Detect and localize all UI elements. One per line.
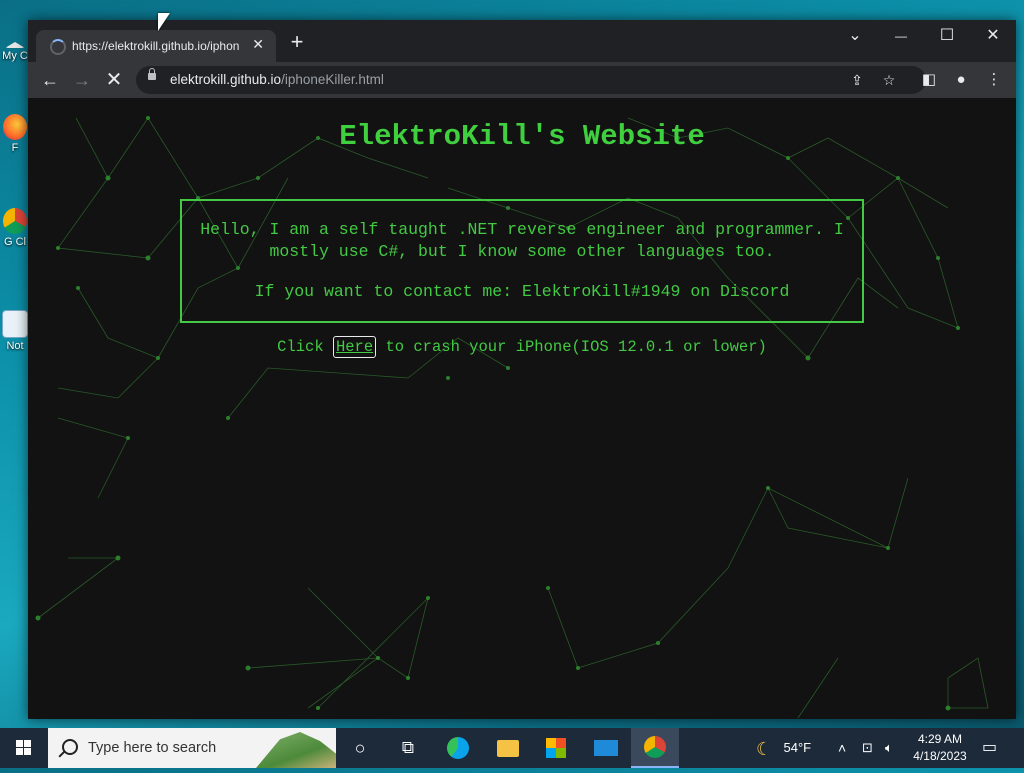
tab-active[interactable]: https://elektrokill.github.io/iphon ✕ (36, 30, 276, 62)
show-hidden-icons-chevron-icon[interactable]: ˄ (838, 728, 854, 768)
moon-icon: ☾ (756, 738, 773, 759)
windows-logo-icon (16, 740, 31, 755)
network-icon[interactable]: ⊡ (862, 728, 880, 768)
weather-temp: 54°F (783, 740, 812, 755)
desktop-icon-label: Not (6, 340, 24, 352)
maximize-button[interactable]: ☐ (924, 20, 970, 52)
browser-window: https://elektrokill.github.io/iphon ✕ + … (28, 20, 1016, 719)
crash-instruction: Click Here to crash your iPhone(IOS 12.0… (28, 336, 1016, 358)
about-box: Hello, I am a self taught .NET reverse e… (180, 199, 864, 323)
system-clock[interactable]: 4:29 AM 4/18/2023 (908, 731, 972, 765)
notepad-icon (2, 310, 28, 338)
profile-avatar-icon[interactable]: ● (949, 68, 973, 92)
tab-search-button[interactable]: ⌄ (832, 20, 878, 52)
menu-kebab-icon[interactable]: ⋮ (982, 68, 1006, 92)
crash-suffix: to crash your iPhone(IOS 12.0.1 or lower… (376, 338, 767, 356)
chrome-icon (644, 736, 666, 758)
desktop-icon-this-pc[interactable]: My C (0, 38, 30, 62)
chrome-taskbar-button[interactable] (631, 728, 679, 768)
desktop-icon-label: My C (2, 50, 28, 62)
intro-text: Hello, I am a self taught .NET reverse e… (200, 220, 844, 261)
edge-icon[interactable] (442, 732, 474, 764)
stop-loading-icon[interactable]: ✕ (102, 68, 126, 92)
mail-icon[interactable] (590, 732, 622, 764)
url-path: /iphoneKiller.html (281, 72, 384, 87)
task-view-icon[interactable]: ⧉ (392, 732, 424, 764)
search-placeholder: Type here to search (88, 740, 217, 756)
firefox-icon (3, 114, 27, 140)
address-bar[interactable]: elektrokill.github.io/iphoneKiller.html … (136, 66, 926, 94)
chrome-icon (3, 208, 27, 234)
tab-title: https://elektrokill.github.io/iphon (72, 39, 240, 53)
taskbar-search-box[interactable]: Type here to search (48, 728, 336, 768)
microsoft-store-icon[interactable] (540, 732, 572, 764)
start-button[interactable] (0, 728, 48, 768)
loading-spinner-icon (50, 39, 66, 55)
search-highlight-art (256, 732, 336, 768)
desktop-icon-firefox[interactable]: F (0, 114, 30, 154)
desktop-icon-label: G Cl (4, 236, 26, 248)
taskbar: Type here to search ○ ⧉ ☾ 54°F ˄ ⊡ 🔈︎ 4:… (0, 728, 1024, 768)
particle-network-background (35, 116, 989, 719)
tab-close-icon[interactable]: ✕ (252, 36, 264, 53)
lock-icon[interactable] (148, 68, 156, 80)
mouse-cursor-icon (158, 13, 170, 31)
browser-toolbar: ← → ✕ elektrokill.github.io/iphoneKiller… (28, 62, 1016, 98)
minimize-button[interactable]: — (878, 20, 924, 52)
clock-date: 4/18/2023 (913, 749, 967, 763)
forward-arrow-icon[interactable]: → (70, 68, 94, 92)
contact-text: If you want to contact me: ElektroKill#1… (254, 282, 790, 301)
site-title: ElektroKill's Website (339, 120, 705, 153)
page-viewport: ElektroKill's Website Hello, I am a self… (28, 98, 1016, 719)
side-panel-icon[interactable]: ◧ (917, 68, 941, 92)
close-window-button[interactable]: ✕ (970, 20, 1016, 52)
tab-strip: https://elektrokill.github.io/iphon ✕ + … (28, 20, 1016, 62)
file-explorer-icon[interactable] (492, 732, 524, 764)
cortana-icon[interactable]: ○ (344, 732, 376, 764)
weather-widget[interactable]: ☾ 54°F (756, 728, 826, 768)
share-icon[interactable]: ⇪ (846, 69, 868, 91)
back-arrow-icon[interactable]: ← (38, 68, 62, 92)
this-pc-icon (5, 42, 25, 48)
search-icon (62, 739, 78, 755)
notifications-icon[interactable]: ▭ (982, 728, 1002, 768)
desktop-icon-notepad[interactable]: Not (0, 310, 30, 352)
address-url: elektrokill.github.io/iphoneKiller.html (170, 72, 384, 87)
desktop-icon-chrome[interactable]: G Cl (0, 208, 30, 248)
clock-time: 4:29 AM (917, 732, 963, 746)
new-tab-button[interactable]: + (286, 31, 308, 54)
crash-prefix: Click (277, 338, 333, 356)
volume-icon[interactable]: 🔈︎ (885, 728, 903, 768)
bookmark-star-icon[interactable]: ☆ (878, 69, 900, 91)
crash-here-link[interactable]: Here (332, 336, 377, 358)
url-domain: elektrokill.github.io (170, 72, 282, 87)
desktop-icon-label: F (11, 142, 19, 154)
